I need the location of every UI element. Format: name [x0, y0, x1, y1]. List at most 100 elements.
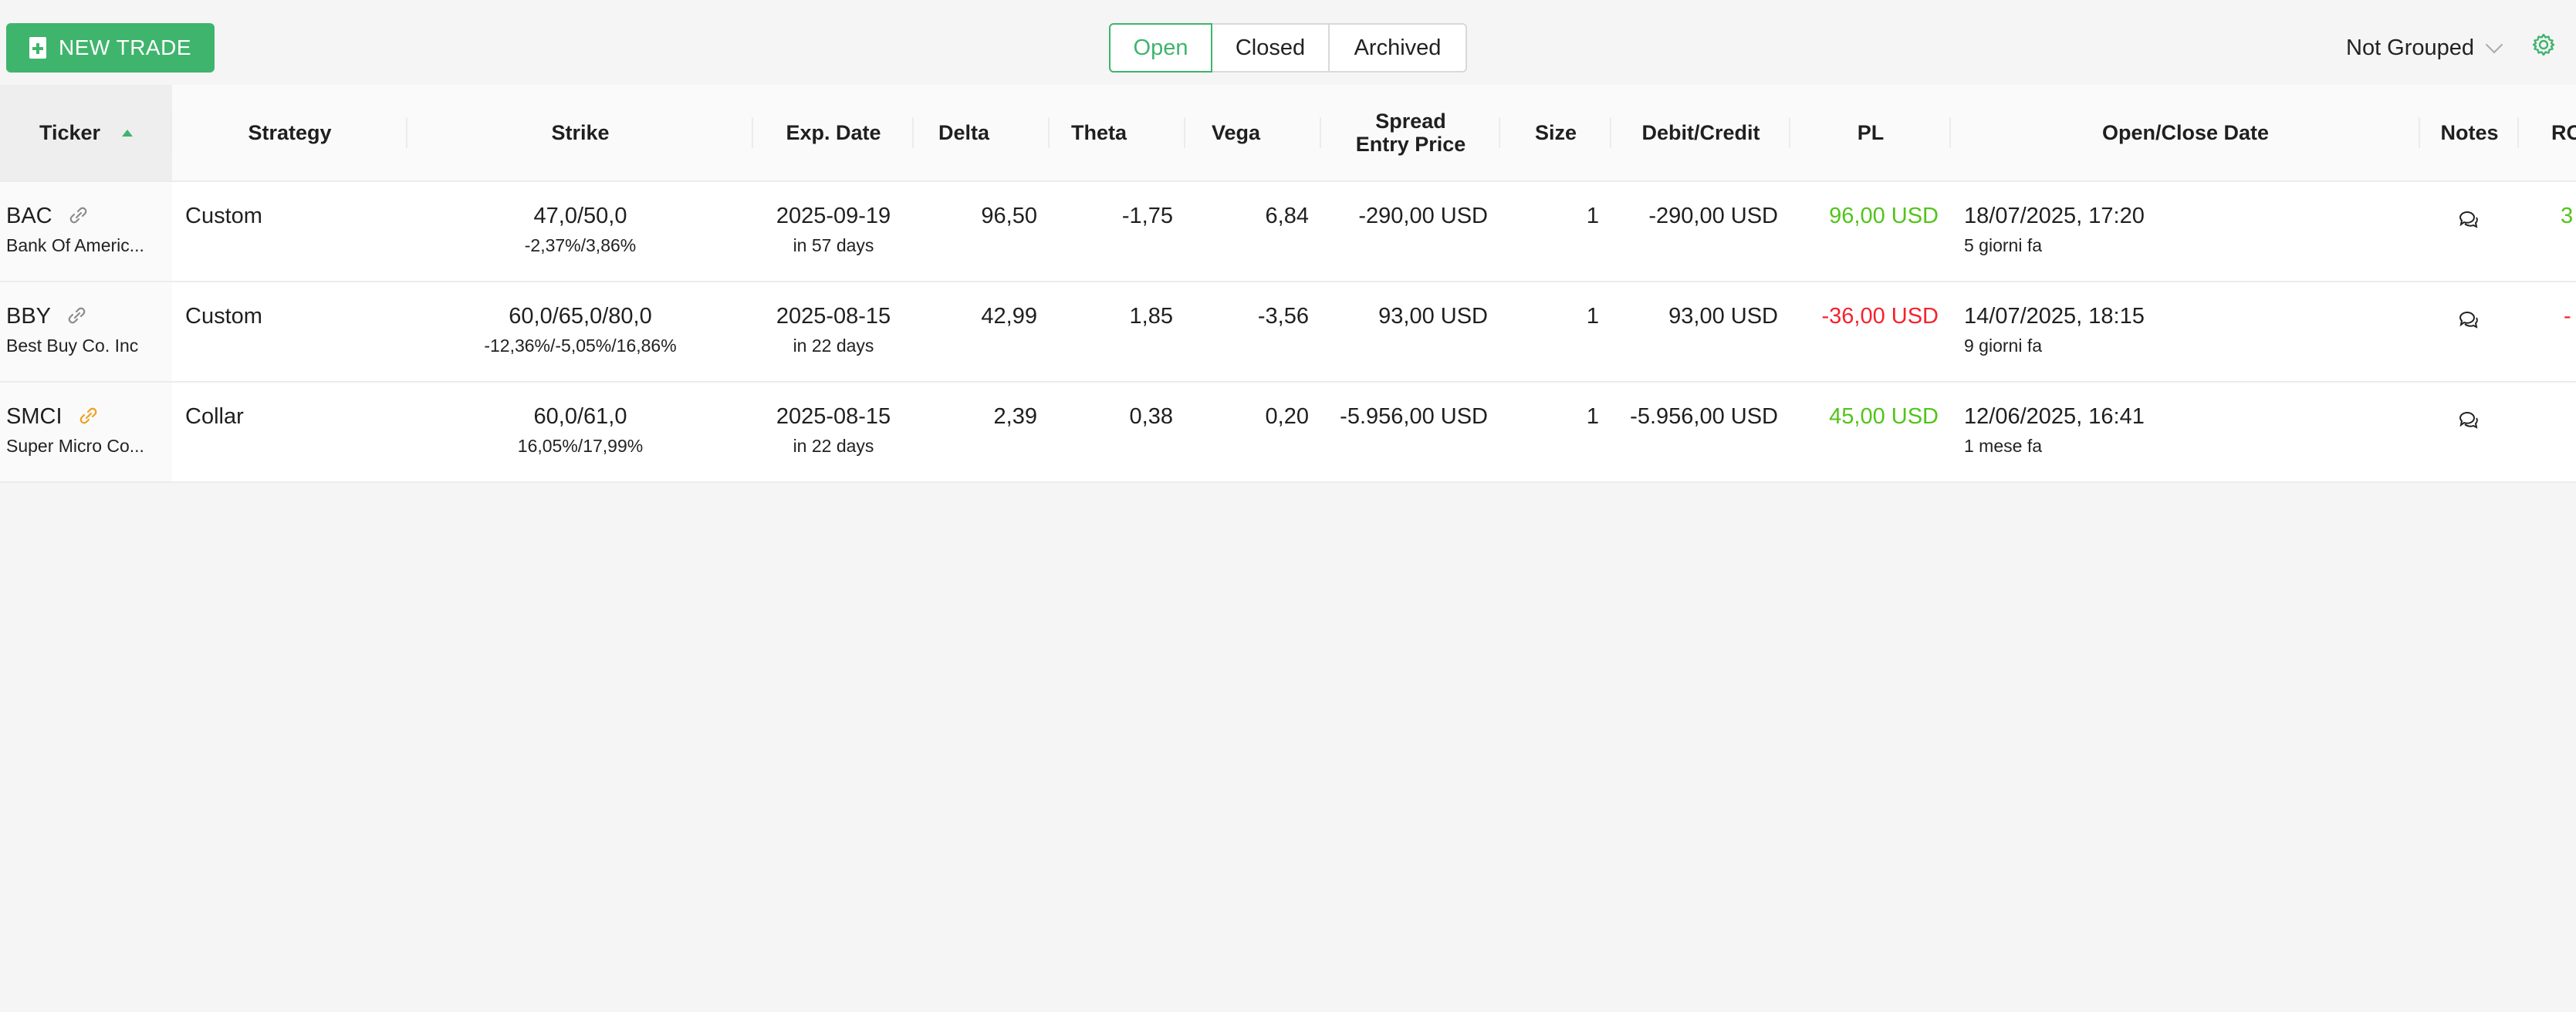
column-header-size[interactable]: Size [1500, 85, 1611, 180]
strike-value: 60,0/65,0/80,0 [509, 304, 652, 329]
pl-cell: 96,00 USD [1829, 204, 1939, 228]
column-header-exp-date-label: Exp. Date [786, 121, 881, 144]
comment-icon[interactable] [2457, 309, 2480, 330]
column-header-entry-price-label: Entry Price [1355, 133, 1466, 156]
size-cell: 1 [1586, 204, 1599, 228]
status-tabs: Open Closed Archived [1109, 23, 1467, 73]
company-name: Best Buy Co. Inc [6, 336, 139, 356]
column-header-ro[interactable]: RO [2519, 85, 2576, 180]
notes-cell[interactable] [2457, 208, 2480, 230]
tab-closed[interactable]: Closed [1211, 23, 1330, 73]
strike-percent: -2,37%/3,86% [524, 235, 637, 255]
theta-cell: 0,38 [1129, 404, 1173, 429]
open-date-value: 14/07/2025, 18:15 [1964, 304, 2145, 329]
column-header-notes[interactable]: Notes [2420, 85, 2519, 180]
ticker-cell[interactable]: BAC Bank Of Americ... [6, 204, 144, 256]
column-header-debit-credit[interactable]: Debit/Credit [1611, 85, 1790, 180]
new-trade-button[interactable]: NEW TRADE [6, 23, 215, 73]
strike-cell: 47,0/50,0 -2,37%/3,86% [407, 204, 753, 256]
ticker-cell[interactable]: BBY Best Buy Co. Inc [6, 304, 138, 356]
column-header-ticker[interactable]: Ticker [0, 85, 172, 180]
spread-entry-price-cell: -5.956,00 USD [1340, 404, 1488, 429]
column-header-strategy-label: Strategy [248, 121, 332, 144]
open-close-date-cell: 12/06/2025, 16:41 1 mese fa [1964, 404, 2145, 457]
debit-credit-cell: 93,00 USD [1668, 304, 1778, 329]
open-date-relative: 1 mese fa [1964, 436, 2042, 456]
strategy-cell: Collar [185, 404, 244, 429]
exp-date-cell: 2025-08-15 in 22 days [753, 404, 914, 457]
tab-archived[interactable]: Archived [1328, 23, 1467, 73]
table-row[interactable]: BBY Best Buy Co. Inc Custom 60,0/65,0/80… [0, 282, 2576, 383]
strike-cell: 60,0/65,0/80,0 -12,36%/-5,05%/16,86% [407, 304, 753, 356]
ticker-cell[interactable]: SMCI Super Micro Co... [6, 404, 144, 457]
exp-date-value: 2025-08-15 [776, 404, 891, 429]
link-icon[interactable] [66, 204, 90, 226]
exp-date-cell: 2025-09-19 in 57 days [753, 204, 914, 256]
column-header-ro-label: RO [2551, 121, 2576, 144]
strike-percent: -12,36%/-5,05%/16,86% [484, 336, 677, 356]
spread-entry-price-cell: 93,00 USD [1378, 304, 1488, 329]
strike-value: 47,0/50,0 [533, 204, 627, 228]
open-date-value: 18/07/2025, 17:20 [1964, 204, 2145, 228]
notes-cell[interactable] [2457, 309, 2480, 330]
vega-cell: -3,56 [1257, 304, 1309, 329]
strike-cell: 60,0/61,0 16,05%/17,99% [407, 404, 753, 457]
column-header-strategy[interactable]: Strategy [172, 85, 407, 180]
toolbar: NEW TRADE Open Closed Archived Not Group… [0, 0, 2576, 85]
column-header-debit-credit-label: Debit/Credit [1641, 121, 1760, 144]
exp-date-cell: 2025-08-15 in 22 days [753, 304, 914, 356]
size-cell: 1 [1586, 404, 1599, 429]
vega-cell: 6,84 [1265, 204, 1309, 228]
open-close-date-cell: 18/07/2025, 17:20 5 giorni fa [1964, 204, 2145, 256]
exp-date-value: 2025-09-19 [776, 204, 891, 228]
column-header-exp-date[interactable]: Exp. Date [753, 85, 914, 180]
strike-percent: 16,05%/17,99% [517, 436, 644, 456]
tab-open[interactable]: Open [1109, 23, 1212, 73]
ro-cell: - [2564, 304, 2571, 329]
delta-cell: 42,99 [981, 304, 1037, 329]
sort-ascending-icon [122, 129, 134, 137]
debit-credit-cell: -290,00 USD [1648, 204, 1778, 228]
strategy-cell: Custom [185, 204, 262, 228]
column-header-open-close-date-label: Open/Close Date [2101, 121, 2270, 144]
column-header-vega-label: Vega [1212, 121, 1261, 144]
delta-cell: 2,39 [993, 404, 1037, 429]
chevron-down-icon [2485, 35, 2503, 54]
theta-cell: 1,85 [1129, 304, 1173, 329]
pl-cell: 45,00 USD [1829, 404, 1939, 429]
exp-date-value: 2025-08-15 [776, 304, 891, 329]
column-header-pl-label: PL [1857, 121, 1885, 144]
column-header-spread-entry-price[interactable]: Spread Entry Price [1321, 85, 1500, 180]
column-header-open-close-date[interactable]: Open/Close Date [1951, 85, 2420, 180]
exp-date-remaining: in 22 days [793, 336, 874, 356]
table-row[interactable]: SMCI Super Micro Co... Collar 60,0/61,0 … [0, 383, 2576, 483]
table-header: Ticker Strategy Strike Exp. Date Delta T… [0, 85, 2576, 182]
pl-cell: -36,00 USD [1821, 304, 1939, 329]
grouping-select[interactable]: Not Grouped [2346, 31, 2503, 65]
exp-date-remaining: in 57 days [793, 235, 874, 255]
open-close-date-cell: 14/07/2025, 18:15 9 giorni fa [1964, 304, 2145, 356]
column-header-theta[interactable]: Theta [1050, 85, 1185, 180]
table-row[interactable]: BAC Bank Of Americ... Custom 47,0/50,0 -… [0, 182, 2576, 282]
gear-icon[interactable] [2531, 32, 2556, 57]
trades-table: Ticker Strategy Strike Exp. Date Delta T… [0, 85, 2576, 483]
column-header-notes-label: Notes [2440, 121, 2499, 144]
open-date-relative: 9 giorni fa [1964, 336, 2043, 356]
notes-cell[interactable] [2457, 409, 2480, 430]
column-header-strike[interactable]: Strike [407, 85, 753, 180]
exp-date-remaining: in 22 days [793, 436, 874, 456]
open-date-relative: 5 giorni fa [1964, 235, 2043, 255]
new-document-icon [29, 37, 46, 59]
comment-icon[interactable] [2457, 208, 2480, 230]
column-header-theta-label: Theta [1071, 121, 1127, 144]
company-name: Super Micro Co... [6, 436, 144, 456]
comment-icon[interactable] [2457, 409, 2480, 430]
link-icon[interactable] [65, 305, 88, 326]
new-trade-label: NEW TRADE [59, 35, 191, 59]
column-header-delta[interactable]: Delta [914, 85, 1050, 180]
column-header-pl[interactable]: PL [1790, 85, 1951, 180]
link-icon[interactable] [76, 405, 100, 427]
ro-cell: 3 [2561, 204, 2574, 228]
size-cell: 1 [1586, 304, 1599, 329]
column-header-vega[interactable]: Vega [1185, 85, 1321, 180]
